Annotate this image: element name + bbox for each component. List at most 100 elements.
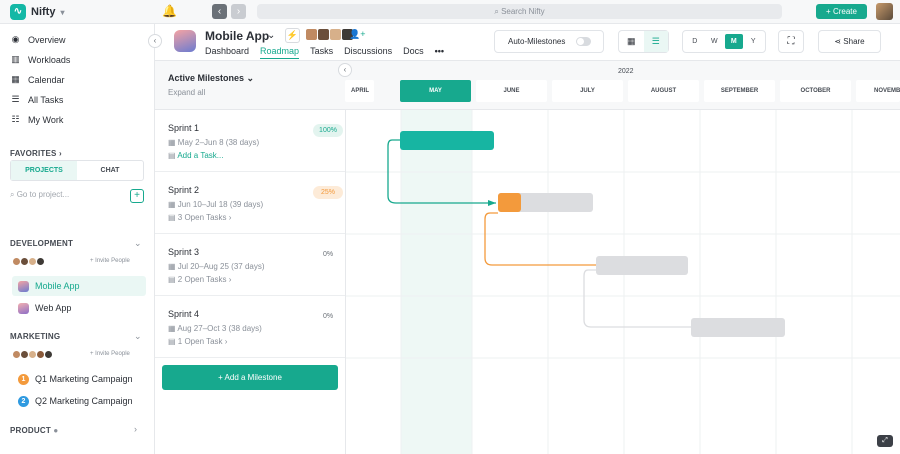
active-milestones-dropdown[interactable]: Active Milestones ⌄ — [168, 73, 254, 84]
marketing-members[interactable] — [12, 350, 53, 359]
scale-week-button[interactable]: W — [706, 34, 724, 49]
milestone-row[interactable]: Sprint 3 ▦ Jul 20–Aug 25 (37 days) ▤ 2 O… — [155, 234, 345, 296]
fit-screen-icon[interactable]: ⛶ — [778, 30, 804, 53]
forward-button[interactable]: › — [231, 4, 246, 19]
milestone-name[interactable]: Sprint 4 — [168, 309, 199, 319]
time-scale-selector: D W M Y — [682, 30, 766, 53]
project-tabs: Dashboard Roadmap Tasks Discussions Docs… — [205, 46, 455, 59]
month-june[interactable]: JUNE — [476, 80, 547, 102]
create-button[interactable]: + Create — [816, 4, 867, 19]
project-web-app[interactable]: Web App — [12, 298, 146, 318]
back-button[interactable]: ‹ — [212, 4, 227, 19]
add-milestone-button[interactable]: + Add a Milestone — [162, 365, 338, 390]
open-tasks-link[interactable]: ▤ 1 Open Task › — [168, 337, 227, 346]
sidebar-item-label: Calendar — [28, 74, 65, 85]
user-avatar[interactable] — [876, 3, 893, 20]
project-icon — [18, 302, 29, 314]
scale-year-button[interactable]: Y — [745, 34, 763, 49]
sprint-3-bar[interactable] — [596, 256, 688, 275]
milestone-row[interactable]: Sprint 4 ▦ Aug 27–Oct 3 (38 days) ▤ 1 Op… — [155, 296, 345, 358]
scale-month-button[interactable]: M — [725, 34, 743, 49]
tab-tasks[interactable]: Tasks — [310, 46, 333, 59]
project-search-input[interactable]: ⌕ Go to project... + — [10, 189, 144, 204]
search-input[interactable]: ⌕ Search Nifty — [257, 4, 782, 19]
chevron-down-icon[interactable]: ⌄ — [267, 30, 275, 41]
project-members[interactable] — [306, 29, 354, 40]
project-label: Q2 Marketing Campaign — [35, 396, 133, 406]
grid-view-icon[interactable]: ▦ — [619, 31, 644, 52]
sidebar-item-calendar[interactable]: ▦ Calendar — [10, 74, 65, 85]
milestone-name[interactable]: Sprint 3 — [168, 247, 199, 257]
chevron-right-icon[interactable]: › — [134, 424, 137, 434]
expand-all-link[interactable]: Expand all — [168, 88, 205, 97]
development-members[interactable] — [12, 257, 45, 266]
month-november[interactable]: NOVEMBE — [856, 80, 900, 102]
month-september[interactable]: SEPTEMBER — [704, 80, 775, 102]
sidebar-item-my-work[interactable]: ☷ My Work — [10, 114, 63, 125]
milestone-name[interactable]: Sprint 2 — [168, 185, 199, 195]
bell-icon[interactable]: 🔔 — [162, 4, 177, 18]
share-button[interactable]: ⋖ Share — [818, 30, 881, 53]
month-april[interactable]: APRIL — [345, 80, 374, 102]
month-october[interactable]: OCTOBER — [780, 80, 851, 102]
scale-day-button[interactable]: D — [686, 34, 704, 49]
month-may[interactable]: MAY — [400, 80, 471, 102]
milestone-name[interactable]: Sprint 1 — [168, 123, 199, 133]
marketing-header[interactable]: MARKETING — [10, 332, 60, 341]
open-tasks-link[interactable]: ▤ 3 Open Tasks › — [168, 213, 231, 222]
progress-badge: 0% — [322, 313, 334, 320]
collapse-sidebar-button[interactable]: ‹ — [148, 34, 162, 48]
task-link-text: 2 Open Tasks — [177, 275, 227, 284]
chevron-right-icon: › — [228, 275, 232, 284]
sidebar-item-all-tasks[interactable]: ☰ All Tasks — [10, 94, 63, 105]
development-header[interactable]: DEVELOPMENT — [10, 239, 73, 248]
sidebar-item-workloads[interactable]: ▥ Workloads — [10, 54, 70, 65]
month-august[interactable]: AUGUST — [628, 80, 699, 102]
tab-chat[interactable]: CHAT — [77, 161, 143, 180]
tab-docs[interactable]: Docs — [403, 46, 424, 59]
favorites-header[interactable]: FAVORITES › — [10, 149, 62, 158]
chevron-down-icon[interactable]: ⌄ — [134, 331, 142, 342]
tab-projects[interactable]: PROJECTS — [11, 161, 77, 180]
help-icon: ● — [53, 426, 59, 435]
expand-icon[interactable]: ⤢ — [877, 435, 893, 447]
progress-badge: 100% — [313, 124, 343, 137]
milestone-dates: ▦ Aug 27–Oct 3 (38 days) — [168, 324, 262, 333]
chevron-right-icon: › — [58, 149, 62, 158]
tab-discussions[interactable]: Discussions — [344, 46, 392, 59]
add-project-button[interactable]: + — [130, 189, 144, 203]
collapse-panel-button[interactable]: ‹ — [338, 63, 352, 77]
list-view-icon[interactable]: ☰ — [643, 31, 668, 52]
month-july[interactable]: JULY — [552, 80, 623, 102]
project-title[interactable]: Mobile App — [205, 29, 269, 43]
product-header[interactable]: PRODUCT ● — [10, 426, 58, 435]
more-tabs-button[interactable]: ••• — [435, 46, 444, 59]
project-q1-marketing[interactable]: 1 Q1 Marketing Campaign — [12, 369, 146, 389]
tab-roadmap[interactable]: Roadmap — [260, 46, 300, 59]
sprint-1-bar[interactable] — [400, 131, 494, 150]
number-badge: 2 — [18, 395, 29, 407]
project-q2-marketing[interactable]: 2 Q2 Marketing Campaign — [12, 391, 146, 411]
task-list-icon: ▤ — [168, 151, 178, 160]
workspace-switcher[interactable]: ∿ Nifty ▾ — [10, 4, 64, 20]
milestone-row[interactable]: Sprint 2 ▦ Jun 10–Jul 18 (39 days) ▤ 3 O… — [155, 172, 345, 234]
invite-people-link[interactable]: + Invite People — [90, 258, 130, 264]
sidebar-item-overview[interactable]: ◉ Overview — [10, 34, 66, 45]
sprint-4-bar[interactable] — [691, 318, 785, 337]
project-mobile-app[interactable]: Mobile App — [12, 276, 146, 296]
task-list-icon: ▤ — [168, 213, 178, 222]
chevron-right-icon: › — [228, 213, 232, 222]
progress-badge: 0% — [322, 251, 334, 258]
favorites-label: FAVORITES — [10, 149, 57, 158]
open-tasks-link[interactable]: ▤ 2 Open Tasks › — [168, 275, 231, 284]
auto-milestones-toggle[interactable]: Auto-Milestones — [494, 30, 604, 53]
toggle-switch[interactable] — [576, 37, 591, 46]
automation-icon[interactable]: ⚡ — [285, 28, 300, 43]
add-task-link[interactable]: ▤ Add a Task... — [168, 151, 223, 160]
view-switcher: ▦ ☰ — [618, 30, 669, 53]
chevron-down-icon[interactable]: ⌄ — [134, 238, 142, 249]
tab-dashboard[interactable]: Dashboard — [205, 46, 249, 59]
add-member-icon[interactable]: 👤+ — [349, 29, 365, 40]
milestone-row[interactable]: Sprint 1 ▦ May 2–Jun 8 (38 days) ▤ Add a… — [155, 110, 345, 172]
invite-people-link[interactable]: + Invite People — [90, 351, 130, 357]
